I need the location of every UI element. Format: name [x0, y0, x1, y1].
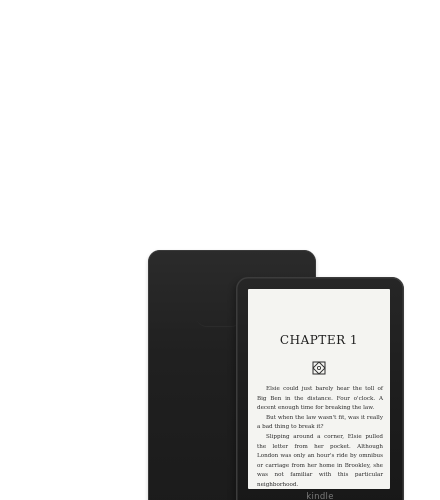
paragraph: Elsie could just barely hear the toll of…: [257, 386, 383, 412]
e-ink-screen: CHAPTER 1 Elsie could just barely hear t…: [248, 289, 390, 489]
paragraph: But when the law wasn't fit, was it real…: [257, 414, 383, 431]
chapter-title: CHAPTER 1: [279, 333, 359, 347]
product-photo: CHAPTER 1 Elsie could just barely hear t…: [0, 0, 440, 500]
kindle-front-view: CHAPTER 1 Elsie could just barely hear t…: [236, 277, 404, 500]
brand-label: kindle: [306, 492, 334, 500]
paragraph: Slipping around a corner, Elsie pulled t…: [257, 433, 383, 488]
chapter-ornament-icon: [312, 361, 326, 375]
book-text: Elsie could just barely hear the toll of…: [257, 385, 383, 489]
